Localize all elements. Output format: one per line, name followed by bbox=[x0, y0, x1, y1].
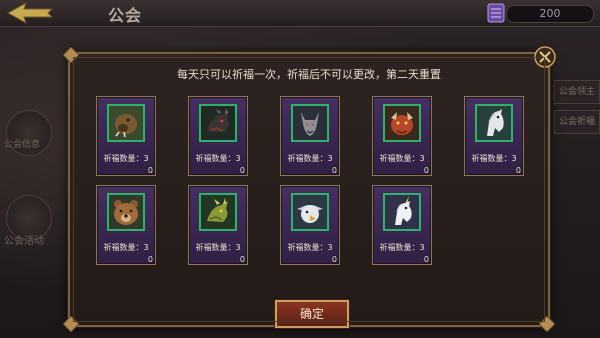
blessing-quantity-label: 祈福数量：3 bbox=[195, 154, 241, 163]
blessing-card-bear[interactable]: 0 祈福数量：3 bbox=[96, 185, 156, 265]
guild-info-label: 公会信息 bbox=[4, 140, 41, 150]
blessing-count: 0 bbox=[239, 166, 245, 175]
blessing-dialog: 每天只可以祈福一次，祈福后不可以更改，第二天重置 0 祈福数量：3 0 祈福数量… bbox=[63, 46, 556, 332]
blessing-count: 0 bbox=[515, 166, 521, 175]
portrait-frame bbox=[291, 104, 329, 142]
unicorn-icon bbox=[385, 195, 419, 229]
blessing-card-griffin[interactable]: 0 祈福数量：3 bbox=[280, 185, 340, 265]
instruction-text: 每天只可以祈福一次，祈福后不可以更改，第二天重置 bbox=[177, 68, 441, 81]
portrait-frame bbox=[199, 193, 237, 231]
blessing-card-boar[interactable]: 0 祈福数量：3 bbox=[96, 96, 156, 176]
page-title: 公会 bbox=[108, 6, 143, 25]
black-dragon-icon bbox=[201, 106, 235, 140]
griffin-icon bbox=[293, 195, 327, 229]
guild-activity-label: 公会活动 bbox=[4, 236, 44, 247]
confirm-button[interactable]: 确定 bbox=[275, 300, 349, 328]
corner-ornament-icon bbox=[63, 316, 79, 332]
back-arrow-icon[interactable] bbox=[4, 2, 56, 24]
blessing-card-green-dragon[interactable]: 0 祈福数量：3 bbox=[188, 185, 248, 265]
portrait-frame bbox=[107, 104, 145, 142]
blessing-quantity-label: 祈福数量：3 bbox=[379, 243, 425, 252]
blessing-quantity-label: 祈福数量：3 bbox=[379, 154, 425, 163]
blessing-card-red-beast[interactable]: 0 祈福数量：3 bbox=[372, 96, 432, 176]
bear-icon bbox=[109, 195, 143, 229]
portrait-frame bbox=[383, 104, 421, 142]
guild-lord-tab[interactable]: 公会领主 bbox=[554, 80, 600, 104]
portrait-frame bbox=[199, 104, 237, 142]
portrait-frame bbox=[475, 104, 513, 142]
red-beast-icon bbox=[385, 106, 419, 140]
blessing-quantity-label: 祈福数量：3 bbox=[195, 243, 241, 252]
currency-amount: 200 bbox=[506, 5, 594, 23]
blessing-count: 0 bbox=[331, 166, 337, 175]
blessing-count: 0 bbox=[239, 255, 245, 264]
blessing-card-black-dragon[interactable]: 0 祈福数量：3 bbox=[188, 96, 248, 176]
blessing-count: 0 bbox=[147, 255, 153, 264]
guild-blessing-tab[interactable]: 公会祈福 bbox=[554, 110, 600, 134]
blessing-count: 0 bbox=[423, 166, 429, 175]
horse-icon bbox=[477, 106, 511, 140]
corner-ornament-icon bbox=[63, 47, 79, 63]
portrait-frame bbox=[383, 193, 421, 231]
portrait-frame bbox=[291, 193, 329, 231]
blessing-count: 0 bbox=[423, 255, 429, 264]
blessing-card-unicorn[interactable]: 0 祈福数量：3 bbox=[372, 185, 432, 265]
portrait-frame bbox=[107, 193, 145, 231]
blessing-quantity-label: 祈福数量：3 bbox=[471, 154, 517, 163]
blessing-card-white-horse[interactable]: 0 祈福数量：3 bbox=[464, 96, 524, 176]
blessing-quantity-label: 祈福数量：3 bbox=[287, 243, 333, 252]
boar-icon bbox=[109, 106, 143, 140]
wolf-icon bbox=[293, 106, 327, 140]
corner-ornament-icon bbox=[539, 316, 555, 332]
blessing-count: 0 bbox=[331, 255, 337, 264]
green-dragon-icon bbox=[201, 195, 235, 229]
close-icon[interactable] bbox=[534, 46, 556, 68]
blessing-quantity-label: 祈福数量：3 bbox=[103, 243, 149, 252]
blessing-card-wolf[interactable]: 0 祈福数量：3 bbox=[280, 96, 340, 176]
blessing-quantity-label: 祈福数量：3 bbox=[103, 154, 149, 163]
top-bar: 公会 200 bbox=[0, 0, 600, 27]
currency-icon bbox=[487, 3, 505, 23]
blessing-quantity-label: 祈福数量：3 bbox=[287, 154, 333, 163]
blessing-count: 0 bbox=[147, 166, 153, 175]
